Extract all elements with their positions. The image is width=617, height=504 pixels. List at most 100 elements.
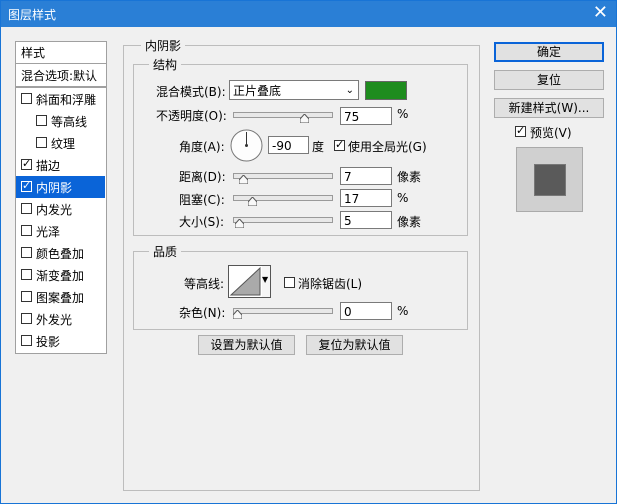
sidebar-item-label: 等高线 xyxy=(51,115,88,129)
sidebar-item-label: 描边 xyxy=(36,159,61,173)
contour-dropdown[interactable]: ▼ xyxy=(262,265,271,298)
close-icon[interactable]: ✕ xyxy=(593,3,608,23)
angle-dial[interactable] xyxy=(230,129,263,162)
size-label: 大小(S): xyxy=(179,215,225,229)
sidebar-item-label: 渐变叠加 xyxy=(36,269,85,283)
sidebar-item-label: 投影 xyxy=(36,335,61,349)
opacity-value: 75 xyxy=(344,110,360,124)
sidebar-item-label: 纹理 xyxy=(51,137,76,151)
sidebar-item-checkbox[interactable] xyxy=(21,269,32,280)
new-style-button[interactable]: 新建样式(W)... xyxy=(494,98,604,118)
sidebar-item[interactable]: 外发光 xyxy=(16,308,105,330)
preview-label: 预览(V) xyxy=(530,126,572,140)
choke-unit: % xyxy=(397,191,409,205)
sidebar-item[interactable]: 颜色叠加 xyxy=(16,242,105,264)
noise-value: 0 xyxy=(344,305,352,319)
noise-input[interactable]: 0 xyxy=(340,302,392,320)
antialias-checkbox[interactable] xyxy=(284,277,295,288)
style-preview-swatch xyxy=(534,164,566,196)
antialias-label: 消除锯齿(L) xyxy=(298,277,363,291)
sidebar-item-checkbox[interactable] xyxy=(21,335,32,346)
global-light-label: 使用全局光(G) xyxy=(348,140,427,154)
reset-button[interactable]: 复位 xyxy=(494,70,604,90)
sidebar-item[interactable]: 等高线 xyxy=(16,110,105,132)
sidebar-item[interactable]: 投影 xyxy=(16,330,105,352)
angle-input[interactable]: -90 xyxy=(268,136,309,154)
sidebar-item[interactable]: 斜面和浮雕 xyxy=(16,88,105,110)
sidebar-item-label: 内阴影 xyxy=(36,181,73,195)
choke-input[interactable]: 17 xyxy=(340,189,392,207)
sidebar-item-checkbox[interactable] xyxy=(21,313,32,324)
size-input[interactable]: 5 xyxy=(340,211,392,229)
sidebar-item-label: 外发光 xyxy=(36,313,73,327)
sidebar-item-checkbox[interactable] xyxy=(21,225,32,236)
sidebar-item-label: 内发光 xyxy=(36,203,73,217)
sidebar-item-checkbox[interactable] xyxy=(21,247,32,258)
chevron-down-icon: ⌄ xyxy=(345,85,354,96)
sidebar-item-checkbox[interactable] xyxy=(36,137,47,148)
choke-label: 阻塞(C): xyxy=(179,193,225,207)
blend-options-label: 混合选项:默认 xyxy=(21,69,98,83)
contour-label: 等高线: xyxy=(184,277,225,291)
sidebar-item[interactable]: 渐变叠加 xyxy=(16,264,105,286)
size-unit: 像素 xyxy=(397,215,422,229)
sidebar-item[interactable]: 光泽 xyxy=(16,220,105,242)
title-bar: 图层样式 ✕ xyxy=(1,1,616,27)
inner-shadow-title: 内阴影 xyxy=(141,37,186,54)
sidebar-item-checkbox[interactable] xyxy=(21,203,32,214)
distance-unit: 像素 xyxy=(397,170,422,184)
sidebar-item-checkbox[interactable] xyxy=(21,291,32,302)
sidebar-item-label: 图案叠加 xyxy=(36,291,85,305)
sidebar-item-checkbox[interactable] xyxy=(21,179,32,192)
layer-style-dialog: 图层样式 ✕ 样式 混合选项:默认 斜面和浮雕等高线纹理描边内阴影内发光光泽颜色… xyxy=(0,0,617,504)
noise-label: 杂色(N): xyxy=(179,306,226,320)
contour-picker[interactable] xyxy=(228,265,263,298)
angle-label: 角度(A): xyxy=(179,140,225,154)
blend-options-item[interactable]: 混合选项:默认 xyxy=(15,63,107,87)
blend-mode-value: 正片叠底 xyxy=(233,84,282,98)
preview-checkbox[interactable] xyxy=(515,124,526,137)
style-preview xyxy=(516,147,583,212)
ok-button[interactable]: 确定 xyxy=(494,42,604,62)
structure-title: 结构 xyxy=(149,56,182,73)
noise-slider-thumb[interactable] xyxy=(233,310,242,319)
styles-header-label: 样式 xyxy=(21,46,46,60)
triangle-down-icon: ▼ xyxy=(262,275,269,284)
opacity-slider-thumb[interactable] xyxy=(299,114,309,123)
sidebar-item[interactable]: 图案叠加 xyxy=(16,286,105,308)
sidebar-item-checkbox[interactable] xyxy=(21,93,32,104)
choke-value: 17 xyxy=(344,192,360,206)
styles-header[interactable]: 样式 xyxy=(15,41,107,64)
reset-default-button[interactable]: 复位为默认值 xyxy=(306,335,403,355)
blend-mode-label: 混合模式(B): xyxy=(156,85,226,99)
choke-slider-thumb[interactable] xyxy=(248,197,258,206)
distance-input[interactable]: 7 xyxy=(340,167,392,185)
shadow-color-swatch[interactable] xyxy=(365,81,407,100)
sidebar-item-label: 颜色叠加 xyxy=(36,247,85,261)
sidebar-item[interactable]: 内阴影 xyxy=(16,176,105,198)
angle-value: -90 xyxy=(272,139,292,153)
distance-slider-thumb[interactable] xyxy=(239,175,249,184)
sidebar-item-checkbox[interactable] xyxy=(21,157,32,170)
sidebar-item-checkbox[interactable] xyxy=(36,115,47,126)
sidebar-item[interactable]: 内发光 xyxy=(16,198,105,220)
opacity-label: 不透明度(O): xyxy=(156,109,227,123)
opacity-slider-track[interactable] xyxy=(233,112,333,118)
opacity-unit: % xyxy=(397,107,409,121)
opacity-input[interactable]: 75 xyxy=(340,107,392,125)
sidebar-item[interactable]: 描边 xyxy=(16,154,105,176)
noise-slider-track[interactable] xyxy=(233,308,333,314)
distance-value: 7 xyxy=(344,170,352,184)
noise-unit: % xyxy=(397,304,409,318)
angle-unit: 度 xyxy=(312,140,325,154)
size-slider-thumb[interactable] xyxy=(234,219,244,228)
set-default-button[interactable]: 设置为默认值 xyxy=(198,335,295,355)
size-slider-track[interactable] xyxy=(233,217,333,223)
sidebar-item[interactable]: 纹理 xyxy=(16,132,105,154)
distance-label: 距离(D): xyxy=(179,170,226,184)
blend-mode-select[interactable]: 正片叠底 ⌄ xyxy=(229,80,359,100)
size-value: 5 xyxy=(344,214,352,228)
sidebar-item-label: 光泽 xyxy=(36,225,61,239)
global-light-checkbox[interactable] xyxy=(334,138,345,151)
sidebar-item-label: 斜面和浮雕 xyxy=(36,93,97,107)
